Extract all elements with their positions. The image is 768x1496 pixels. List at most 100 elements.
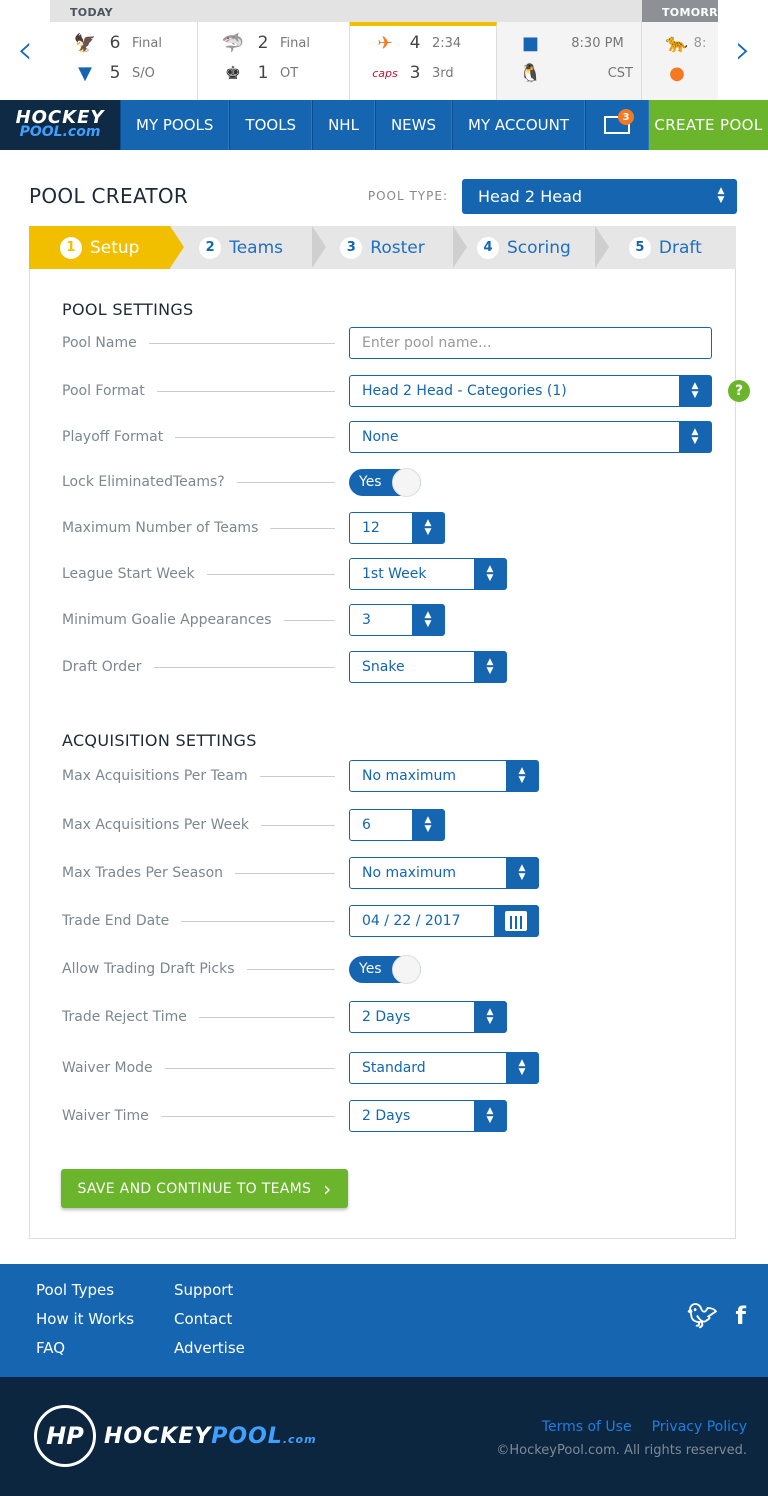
select-arrows-icon: ▲ ▼ <box>474 1101 506 1131</box>
social-links: 🐦︎ f <box>669 1302 746 1330</box>
max-acq-week-row: Max Acquisitions Per Week 6 ▲ ▼ <box>62 809 712 841</box>
save-continue-button[interactable]: SAVE AND CONTINUE TO TEAMS › <box>61 1169 348 1208</box>
draft-order-select[interactable]: Snake ▲ ▼ <box>349 651 507 683</box>
game-card[interactable]: 🦅 6 Final ▼ 5 S/O <box>50 22 198 100</box>
create-pool-button[interactable]: CREATE POOL <box>649 100 768 150</box>
flyers-logo-icon: ✈ <box>377 32 393 54</box>
footer-logo[interactable]: HP HOCKEYPOOL.com <box>34 1405 317 1467</box>
footer-link-pool-types[interactable]: Pool Types <box>36 1281 134 1310</box>
select-arrows-icon: ▲ ▼ <box>679 422 711 452</box>
pool-name-row: Pool Name Enter pool name... <box>62 327 712 359</box>
game-card-tomorrow[interactable]: 🐆 8: ● <box>642 22 718 100</box>
waiver-mode-row: Waiver Mode Standard ▲ ▼ <box>62 1052 712 1084</box>
pool-type-select[interactable]: Head 2 Head ▲ ▼ <box>462 178 737 214</box>
nav-tools[interactable]: TOOLS <box>229 100 313 150</box>
islanders-logo-icon: ● <box>669 62 685 84</box>
goalie-appearances-row: Minimum Goalie Appearances 3 ▲ ▼ <box>62 604 712 636</box>
scores-next-arrow-icon[interactable]: › <box>718 0 768 100</box>
rangers-logo-icon: ■ <box>521 32 539 54</box>
select-arrows-icon: ▲ ▼ <box>474 1002 506 1032</box>
max-acq-team-select[interactable]: No maximum ▲ ▼ <box>349 760 539 792</box>
select-arrows-icon: ▲ ▼ <box>679 376 711 406</box>
calendar-icon <box>505 911 527 931</box>
game-card-upcoming[interactable]: ■ 8:30 PM 🐧 CST <box>497 22 642 100</box>
mail-badge: 3 <box>618 109 634 125</box>
panthers-logo-icon: 🐆 <box>665 32 689 54</box>
max-teams-select[interactable]: 12 ▲ ▼ <box>349 512 445 544</box>
facebook-icon[interactable]: f <box>736 1302 746 1330</box>
trade-end-date-row: Trade End Date 04 / 22 / 2017 <box>62 905 712 937</box>
select-arrows-icon: ▲ ▼ <box>412 810 444 840</box>
main-navbar: HOCKEY POOL.com MY POOLS TOOLS NHL NEWS … <box>0 100 768 150</box>
blues-logo-icon: ▼ <box>78 62 92 84</box>
goalie-appearances-select[interactable]: 3 ▲ ▼ <box>349 604 445 636</box>
footer-link-how-it-works[interactable]: How it Works <box>36 1310 134 1339</box>
step-draft[interactable]: 5 Draft <box>595 226 736 269</box>
sharks-logo-icon: 🦈 <box>221 32 245 54</box>
pool-name-input[interactable]: Enter pool name... <box>349 327 712 359</box>
draft-order-row: Draft Order Snake ▲ ▼ <box>62 651 712 683</box>
step-teams[interactable]: 2 Teams <box>170 226 327 269</box>
hp-logo-icon: HP <box>34 1405 96 1467</box>
step-scoring[interactable]: 4 Scoring <box>453 226 610 269</box>
footer-link-support[interactable]: Support <box>174 1281 245 1310</box>
blackhawks-logo-icon: 🦅 <box>73 32 97 54</box>
nav-my-pools[interactable]: MY POOLS <box>120 100 230 150</box>
acquisition-settings-title: ACQUISITION SETTINGS <box>62 731 257 750</box>
start-week-select[interactable]: 1st Week ▲ ▼ <box>349 558 507 590</box>
playoff-format-select[interactable]: None ▲ ▼ <box>349 421 712 453</box>
game-card-live[interactable]: ✈ 4 2:34 caps 3 3rd <box>350 22 497 100</box>
footer-link-advertise[interactable]: Advertise <box>174 1339 245 1368</box>
privacy-link[interactable]: Privacy Policy <box>652 1419 747 1435</box>
max-trades-row: Max Trades Per Season No maximum ▲ ▼ <box>62 857 712 889</box>
twitter-icon[interactable]: 🐦︎ <box>687 1302 717 1330</box>
nav-nhl[interactable]: NHL <box>312 100 375 150</box>
capitals-logo-icon: caps <box>372 66 398 80</box>
scores-track: TODAY TOMORRO 🦅6Final ▼5S/O 🦈2Final ♚1OT… <box>50 0 718 100</box>
nav-my-account[interactable]: MY ACCOUNT <box>452 100 585 150</box>
select-arrows-icon: ▲ ▼ <box>506 1053 538 1083</box>
trade-reject-select[interactable]: 2 Days ▲ ▼ <box>349 1001 507 1033</box>
select-arrows-icon: ▲ ▼ <box>474 652 506 682</box>
scores-prev-arrow-icon[interactable]: ‹ <box>0 0 50 100</box>
kings-logo-icon: ♚ <box>224 62 242 84</box>
max-acq-week-select[interactable]: 6 ▲ ▼ <box>349 809 445 841</box>
mail-button[interactable]: 3 <box>585 100 649 150</box>
nav-news[interactable]: NEWS <box>374 100 452 150</box>
trade-end-date-input[interactable]: 04 / 22 / 2017 <box>349 905 539 937</box>
pool-format-select[interactable]: Head 2 Head - Categories (1) ▲ ▼ <box>349 375 712 407</box>
step-setup[interactable]: 1 Setup <box>29 226 185 269</box>
game-card[interactable]: 🦈 2 Final ♚ 1 OT <box>198 22 350 100</box>
select-arrows-icon: ▲ ▼ <box>412 605 444 635</box>
pool-format-row: Pool Format Head 2 Head - Categories (1)… <box>62 375 750 407</box>
footer-link-contact[interactable]: Contact <box>174 1310 245 1339</box>
brand-logo[interactable]: HOCKEY POOL.com <box>0 100 120 150</box>
select-arrows-icon: ▲ ▼ <box>717 186 725 205</box>
footer-col-2: Support Contact Advertise <box>174 1281 245 1368</box>
pool-settings-title: POOL SETTINGS <box>62 300 194 319</box>
select-arrows-icon: ▲ ▼ <box>474 559 506 589</box>
footer-link-faq[interactable]: FAQ <box>36 1339 134 1368</box>
footer-col-1: Pool Types How it Works FAQ <box>36 1281 134 1368</box>
terms-link[interactable]: Terms of Use <box>542 1419 632 1435</box>
scores-strip: ‹ TODAY TOMORRO 🦅6Final ▼5S/O 🦈2Final ♚1… <box>0 0 768 100</box>
max-teams-row: Maximum Number of Teams 12 ▲ ▼ <box>62 512 712 544</box>
trade-reject-row: Trade Reject Time 2 Days ▲ ▼ <box>62 1001 712 1033</box>
max-trades-select[interactable]: No maximum ▲ ▼ <box>349 857 539 889</box>
waiver-time-select[interactable]: 2 Days ▲ ▼ <box>349 1100 507 1132</box>
penguins-logo-icon: 🐧 <box>519 62 542 84</box>
footer-bottom: HP HOCKEYPOOL.com Terms of Use Privacy P… <box>0 1377 768 1496</box>
waiver-time-row: Waiver Time 2 Days ▲ ▼ <box>62 1100 712 1132</box>
pool-creator-header: POOL CREATOR POOL TYPE: Head 2 Head ▲ ▼ <box>29 178 737 214</box>
lock-eliminated-toggle[interactable]: Yes <box>349 467 421 497</box>
chevron-right-icon: › <box>323 1176 332 1201</box>
calendar-button[interactable] <box>494 906 538 936</box>
help-icon[interactable]: ? <box>728 380 750 402</box>
pool-type-label: POOL TYPE: <box>367 189 448 203</box>
step-roster[interactable]: 3 Roster <box>312 226 468 269</box>
start-week-row: League Start Week 1st Week ▲ ▼ <box>62 558 712 590</box>
trade-draft-picks-toggle[interactable]: Yes <box>349 954 421 984</box>
tomorrow-label: TOMORRO <box>642 0 718 22</box>
waiver-mode-select[interactable]: Standard ▲ ▼ <box>349 1052 539 1084</box>
max-acq-team-row: Max Acquisitions Per Team No maximum ▲ ▼ <box>62 760 712 792</box>
